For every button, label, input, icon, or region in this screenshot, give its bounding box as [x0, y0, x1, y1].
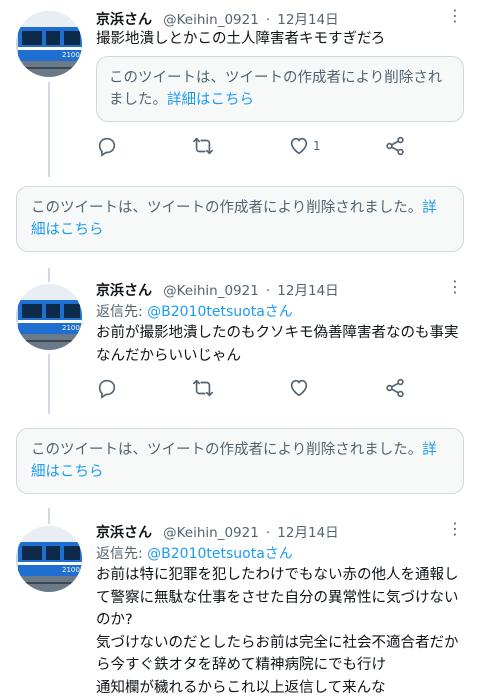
reply-to-prefix: 返信先:	[96, 546, 148, 562]
reply-to-prefix: 返信先:	[96, 304, 148, 320]
deleted-tweet-notice[interactable]: このツイートは、ツイートの作成者により削除されました。詳細はこちら	[16, 186, 464, 252]
tweet-date[interactable]: 12月14日	[277, 283, 338, 299]
avatar-number: 2100	[62, 51, 80, 59]
like-button[interactable]: 1	[288, 134, 321, 158]
thread-line	[48, 354, 50, 414]
thread-line	[48, 82, 50, 177]
tweet-actions: 1	[96, 134, 416, 158]
reply-mention-link[interactable]: @B2010tetsuotaさん	[147, 304, 293, 320]
separator-dot: ·	[265, 12, 271, 28]
like-button[interactable]	[288, 376, 310, 400]
quote-details-link[interactable]: 詳細はこちら	[167, 92, 254, 108]
user-handle[interactable]: @Keihin_0921	[163, 12, 259, 28]
deleted-text: このツイートは、ツイートの作成者により削除されました。	[31, 200, 423, 216]
tweet-text: お前は特に犯罪を犯したわけでもない赤の他人を通報して警察に無駄な仕事をさせた自分…	[96, 567, 459, 696]
share-button[interactable]	[384, 134, 406, 158]
reply-button[interactable]	[96, 376, 118, 400]
retweet-icon	[193, 137, 213, 155]
more-icon[interactable]: ⋮	[447, 6, 464, 25]
quoted-deleted-notice[interactable]: このツイートは、ツイートの作成者により削除されました。詳細はこちら	[96, 56, 464, 122]
like-icon	[290, 379, 308, 397]
like-count: 1	[313, 139, 321, 153]
reply-mention-link[interactable]: @B2010tetsuotaさん	[147, 546, 293, 562]
share-button[interactable]	[384, 376, 406, 400]
display-name[interactable]: 京浜さん	[96, 525, 152, 541]
retweet-icon	[193, 379, 213, 397]
tweet-text: 撮影地潰しとかこの土人障害者キモすぎだろ	[96, 31, 386, 47]
separator-dot: ·	[265, 283, 271, 299]
thread-line	[48, 508, 50, 524]
share-icon	[386, 136, 404, 156]
quote-deleted-text: このツイートは、ツイートの作成者により削除されました。	[109, 70, 443, 108]
reply-icon	[98, 137, 116, 157]
avatar-number: 2100	[62, 324, 80, 332]
tweet-date[interactable]: 12月14日	[277, 525, 338, 541]
reply-button[interactable]	[96, 134, 118, 158]
reply-icon	[98, 379, 116, 399]
tweet-header: 京浜さん @Keihin_0921 · 12月14日	[96, 8, 339, 29]
avatar[interactable]: 2100	[16, 284, 82, 350]
display-name[interactable]: 京浜さん	[96, 12, 152, 28]
avatar-number: 2100	[62, 566, 80, 574]
avatar[interactable]: 2100	[16, 526, 82, 592]
tweet-date[interactable]: 12月14日	[277, 12, 338, 28]
tweet-text: お前が撮影地潰したのもクソキモ偽善障害者なのも事実なんだからいいじゃん	[96, 325, 459, 364]
deleted-text: このツイートは、ツイートの作成者により削除されました。	[31, 442, 423, 458]
retweet-button[interactable]	[192, 376, 214, 400]
more-icon[interactable]: ⋮	[447, 519, 464, 538]
user-handle[interactable]: @Keihin_0921	[163, 525, 259, 541]
more-icon[interactable]: ⋮	[447, 277, 464, 296]
deleted-tweet-notice[interactable]: このツイートは、ツイートの作成者により削除されました。詳細はこちら	[16, 428, 464, 494]
reply-to-line: 返信先: @B2010tetsuotaさん	[96, 543, 293, 563]
separator-dot: ·	[265, 525, 271, 541]
tweet-header: 京浜さん @Keihin_0921 · 12月14日	[96, 279, 339, 300]
user-handle[interactable]: @Keihin_0921	[163, 283, 259, 299]
like-icon	[290, 137, 308, 155]
thread-line	[48, 268, 50, 282]
reply-to-line: 返信先: @B2010tetsuotaさん	[96, 301, 293, 321]
retweet-button[interactable]	[192, 134, 214, 158]
avatar[interactable]: 2100	[16, 11, 82, 77]
share-icon	[386, 378, 404, 398]
tweet-header: 京浜さん @Keihin_0921 · 12月14日	[96, 521, 339, 542]
display-name[interactable]: 京浜さん	[96, 283, 152, 299]
tweet-actions	[96, 376, 416, 400]
